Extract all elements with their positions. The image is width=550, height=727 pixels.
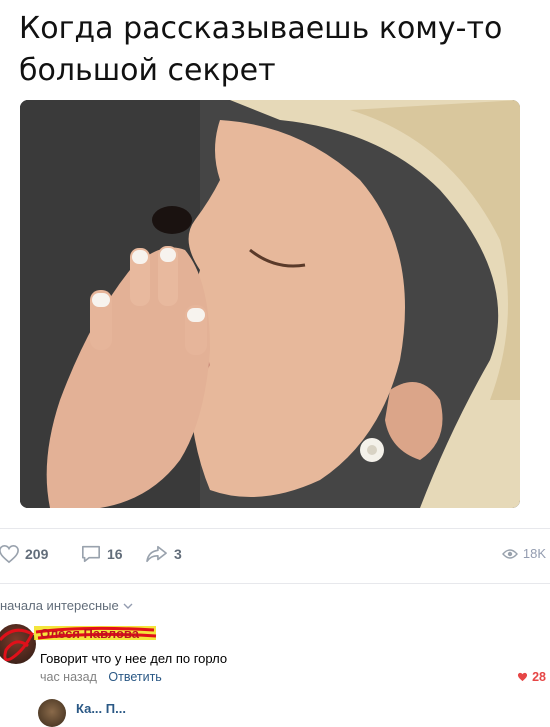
post-actions-bar: 209 16 3 18K [0,540,550,570]
meme-caption: Когда рассказываешь кому-то большой секр… [19,11,503,88]
comment-time[interactable]: час назад [40,670,97,684]
comments-sort-dropdown[interactable]: начала интересные [0,598,133,613]
comment-author[interactable]: Ка... П... [76,701,126,716]
like-count: 209 [25,546,49,562]
comment-item: Олеся Павлова Говорит что у нее дел по г… [0,624,550,688]
share-button[interactable]: 3 [145,544,182,564]
divider-bottom [0,583,550,584]
divider-top [0,528,550,529]
reply-button[interactable]: Ответить [108,670,161,684]
comment-button[interactable]: 16 [80,544,123,564]
comment-like-count: 28 [532,670,546,684]
heart-icon [0,544,19,564]
comment-icon [82,545,100,563]
views-count: 18K [522,546,546,561]
chevron-down-icon [123,603,133,609]
share-arrow-icon [146,545,167,563]
share-count: 3 [174,546,182,562]
like-button[interactable]: 209 [0,544,48,564]
eye-icon [501,548,518,559]
avatar[interactable] [38,699,66,727]
photo-illustration [20,100,520,508]
comment-like-button[interactable]: 28 [517,670,546,684]
comment-meta: час назад Ответить [40,670,162,684]
heart-filled-icon [518,672,528,682]
comment-author[interactable]: Олеся Павлова [40,626,139,641]
next-comment-item: Ка... П... [0,696,550,727]
sort-label: начала интересные [0,598,119,613]
comment-text: Говорит что у нее дел по горло [40,651,228,666]
comment-count: 16 [107,546,123,562]
meme-photo[interactable] [20,100,520,508]
views-counter: 18K [501,546,546,561]
